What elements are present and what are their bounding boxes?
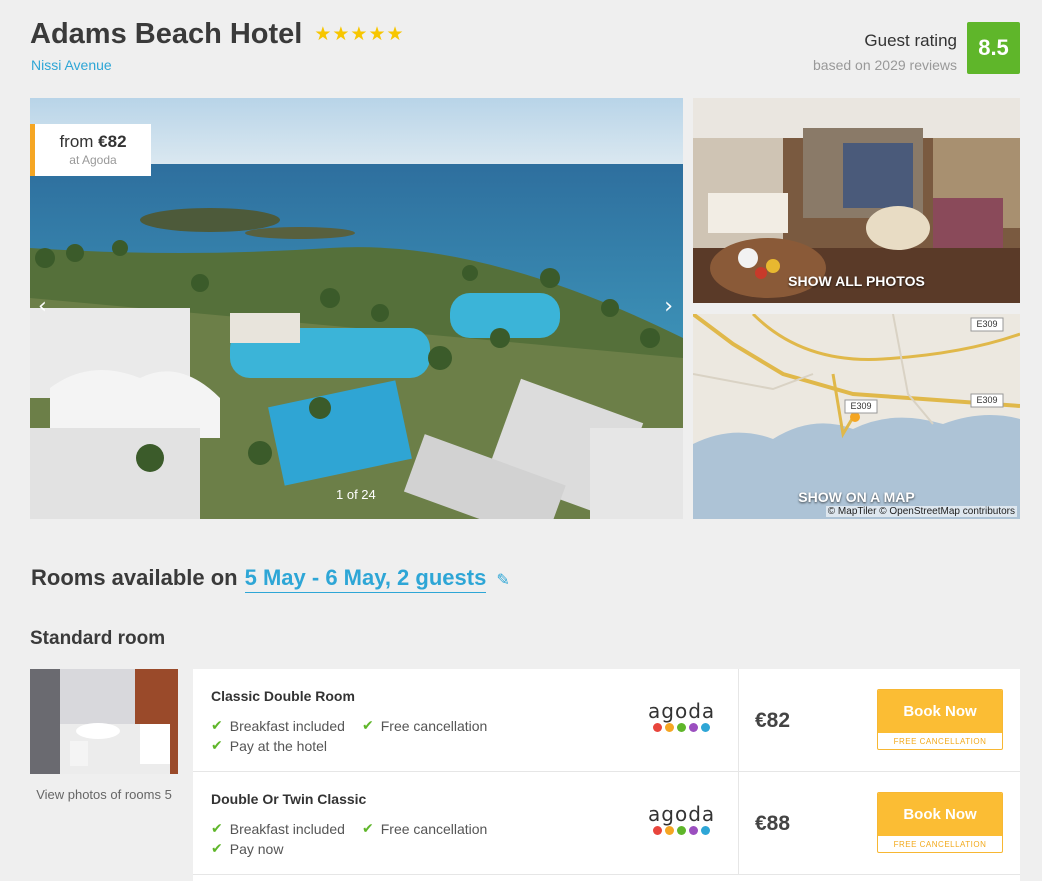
road-label: E309 — [976, 395, 998, 405]
pencil-icon[interactable]: ✎ — [496, 570, 509, 589]
review-count: based on 2029 reviews — [813, 57, 957, 73]
check-icon: ✔ — [362, 718, 374, 734]
show-all-photos-tile[interactable]: SHOW ALL PHOTOS — [693, 98, 1020, 303]
offer-feature: ✔ Pay at the hotel — [211, 738, 327, 754]
agoda-wordmark: agoda — [648, 802, 716, 826]
feature-label: Breakfast included — [229, 718, 345, 734]
rating-text: Guest rating based on 2029 reviews — [813, 22, 957, 73]
feature-label: Pay now — [229, 841, 284, 857]
check-icon: ✔ — [211, 738, 223, 754]
check-icon: ✔ — [211, 821, 223, 837]
price-value: €82 — [98, 132, 127, 151]
rating-label: Guest rating — [864, 31, 957, 50]
bathroom-photo — [30, 669, 178, 774]
offer-divider — [738, 772, 739, 874]
agoda-wordmark: agoda — [648, 699, 716, 723]
offer-row: Classic Double Room ✔ Breakfast included … — [193, 669, 1020, 772]
offer-feature: ✔ Breakfast included — [211, 718, 345, 734]
offer-feature: ✔ Free cancellation — [362, 718, 487, 734]
offer-feature: ✔ Free cancellation — [362, 821, 487, 837]
free-cancellation-label: FREE CANCELLATION — [893, 840, 987, 849]
rooms-heading-label: Rooms available on — [31, 565, 238, 590]
agoda-logo: agoda — [648, 802, 716, 835]
price-prefix: from — [59, 132, 99, 151]
main-photo-gallery[interactable]: from €82 at Agoda ‹ › 1 of 24 — [30, 98, 683, 519]
rating-score-badge: 8.5 — [967, 22, 1020, 74]
agoda-dots — [648, 723, 714, 732]
book-now-button[interactable]: Book Now FREE CANCELLATION — [877, 689, 1003, 750]
hotel-name: Adams Beach Hotel — [30, 18, 303, 50]
show-on-map-label: SHOW ON A MAP — [798, 489, 915, 505]
offer-price: €82 — [755, 709, 791, 732]
book-now-label: Book Now — [878, 793, 1002, 836]
guest-rating[interactable]: Guest rating based on 2029 reviews 8.5 — [813, 22, 1020, 74]
road-label: E309 — [976, 319, 998, 329]
agoda-logo: agoda — [648, 699, 716, 732]
offer-feature: ✔ Breakfast included — [211, 821, 345, 837]
offer-price: €88 — [755, 812, 791, 835]
agoda-dots — [648, 826, 714, 835]
book-now-label: Book Now — [878, 690, 1002, 733]
check-icon: ✔ — [211, 718, 223, 734]
feature-label: Free cancellation — [380, 718, 488, 734]
offer-feature: ✔ Pay now — [211, 841, 283, 857]
hotel-address-link[interactable]: Nissi Avenue — [31, 57, 112, 73]
feature-label: Pay at the hotel — [229, 738, 328, 754]
chevron-right-icon[interactable]: › — [664, 294, 673, 319]
room-thumbnail[interactable] — [30, 669, 178, 774]
map-attribution[interactable]: © MapTiler © OpenStreetMap contributors — [825, 506, 1017, 517]
price-tag[interactable]: from €82 at Agoda — [30, 124, 151, 176]
star-rating-icon: ★★★★★ — [314, 24, 405, 45]
chevron-left-icon[interactable]: ‹ — [38, 294, 47, 319]
price-source: at Agoda — [69, 153, 117, 167]
feature-label: Free cancellation — [380, 821, 488, 837]
offers-list: Classic Double Room ✔ Breakfast included … — [193, 669, 1020, 881]
free-cancellation-label: FREE CANCELLATION — [893, 737, 987, 746]
room-type-title: Standard room — [30, 628, 166, 649]
check-icon: ✔ — [211, 841, 223, 857]
offer-divider — [738, 669, 739, 771]
offer-name: Double Or Twin Classic — [211, 791, 367, 807]
road-label: E309 — [850, 401, 872, 411]
rooms-heading: Rooms available on 5 May - 6 May, 2 gues… — [31, 565, 510, 593]
check-icon: ✔ — [362, 821, 374, 837]
map-tile[interactable]: E309 E309 E309 SHOW ON A MAP © MapTiler … — [693, 314, 1020, 519]
book-now-button[interactable]: Book Now FREE CANCELLATION — [877, 792, 1003, 853]
show-all-photos-label: SHOW ALL PHOTOS — [788, 273, 925, 289]
price-from: from €82 — [35, 132, 151, 152]
hotel-header: Adams Beach Hotel ★★★★★ — [30, 18, 405, 51]
photo-counter: 1 of 24 — [336, 487, 376, 502]
date-guests-selector[interactable]: 5 May - 6 May, 2 guests — [244, 565, 487, 593]
offer-name: Classic Double Room — [211, 688, 355, 704]
offer-row: Double Or Twin Classic ✔ Breakfast includ… — [193, 772, 1020, 875]
feature-label: Breakfast included — [229, 821, 345, 837]
view-room-photos-link[interactable]: View photos of rooms 5 — [30, 785, 178, 804]
